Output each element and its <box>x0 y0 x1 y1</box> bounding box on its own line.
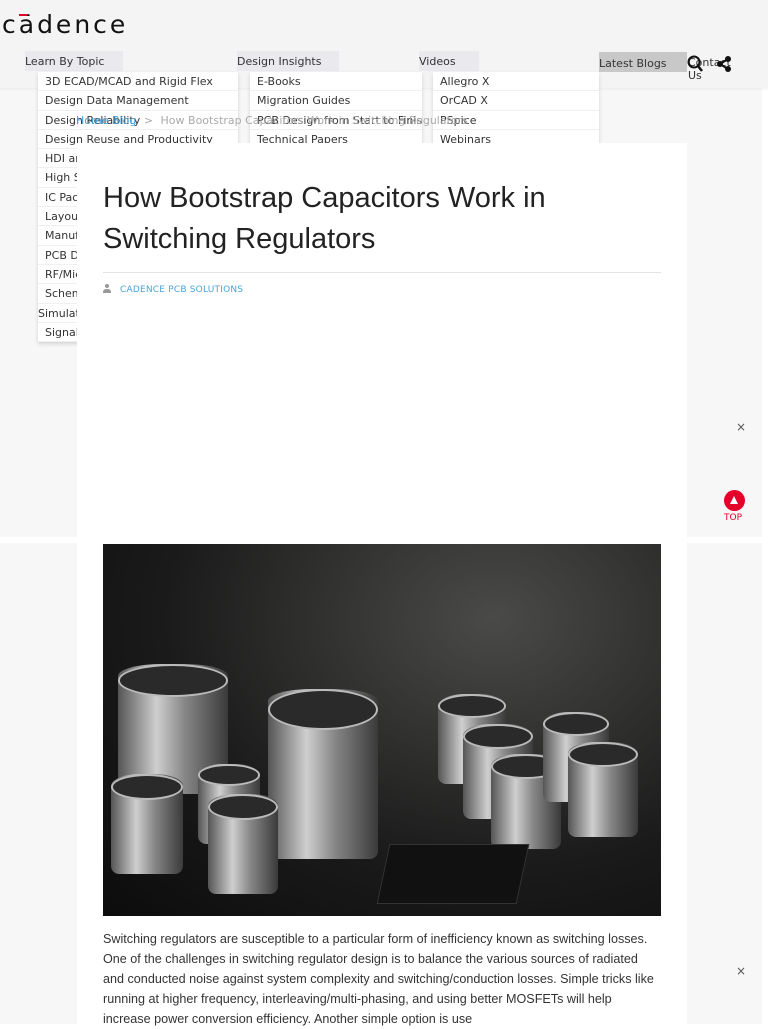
breadcrumb-current: How Bootstrap Capacitors Work in Switchi… <box>160 114 468 127</box>
user-icon <box>103 284 111 293</box>
menu-item[interactable]: 3D ECAD/MCAD and Rigid Flex <box>38 72 238 92</box>
breadcrumb-home[interactable]: Home <box>76 114 108 127</box>
article-author: CADENCE PCB SOLUTIONS <box>103 284 243 295</box>
back-to-top-label[interactable]: TOP <box>724 513 742 523</box>
close-icon[interactable]: × <box>736 964 746 978</box>
nav-latest-blogs[interactable]: Latest Blogs <box>599 52 687 72</box>
back-to-top-button[interactable] <box>724 490 745 511</box>
breadcrumb-blog[interactable]: Blog <box>112 114 136 127</box>
article-title: How Bootstrap Capacitors Work in Switchi… <box>103 182 546 255</box>
cadence-logo[interactable]: cādence <box>2 10 128 39</box>
menu-item[interactable]: E-Books <box>250 72 422 92</box>
divider <box>103 272 661 273</box>
menu-item[interactable]: OrCAD X <box>433 91 599 111</box>
hero-image-capacitors <box>103 544 661 916</box>
menu-item[interactable]: Allegro X <box>433 72 599 92</box>
menu-item[interactable]: Migration Guides <box>250 91 422 111</box>
nav-learn-by-topic[interactable]: Learn By Topic <box>25 51 123 71</box>
videos-menu: Allegro X OrCAD X PSpice Webinars <box>433 72 599 150</box>
article-body: Switching regulators are susceptible to … <box>103 932 654 1026</box>
breadcrumb-separator: > <box>143 114 154 127</box>
author-link[interactable]: CADENCE PCB SOLUTIONS <box>120 285 243 295</box>
design-insights-menu: E-Books Migration Guides PCB Design from… <box>250 72 422 150</box>
nav-design-insights[interactable]: Design Insights <box>237 51 339 71</box>
share-icon[interactable] <box>717 56 731 72</box>
nav-videos[interactable]: Videos <box>419 51 479 71</box>
breadcrumb: Home Blog > How Bootstrap Capacitors Wor… <box>76 114 468 127</box>
close-icon[interactable]: × <box>736 420 746 434</box>
menu-item[interactable]: Design Data Management <box>38 91 238 111</box>
header-icons <box>687 55 731 72</box>
search-icon[interactable] <box>687 55 703 72</box>
